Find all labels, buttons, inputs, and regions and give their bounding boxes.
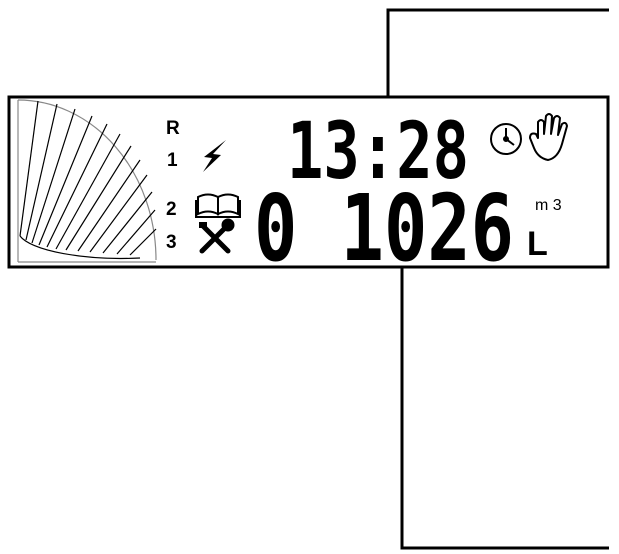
- callout-line-time: [386, 8, 609, 96]
- volume-display: 0 1026: [254, 175, 514, 282]
- callout-line-volume: [400, 262, 609, 550]
- lcd-diagram: R 1 2 3 13:28 0 1026 m 3 L: [7, 8, 610, 550]
- unit-l: L: [527, 225, 548, 263]
- row-label-2: 2: [166, 199, 177, 220]
- row-label-3: 3: [166, 232, 177, 253]
- volume-value: 0 1026: [254, 175, 514, 282]
- row-label-1: 1: [167, 150, 178, 171]
- row-label-r: R: [166, 118, 180, 139]
- unit-m3: m 3: [535, 197, 562, 214]
